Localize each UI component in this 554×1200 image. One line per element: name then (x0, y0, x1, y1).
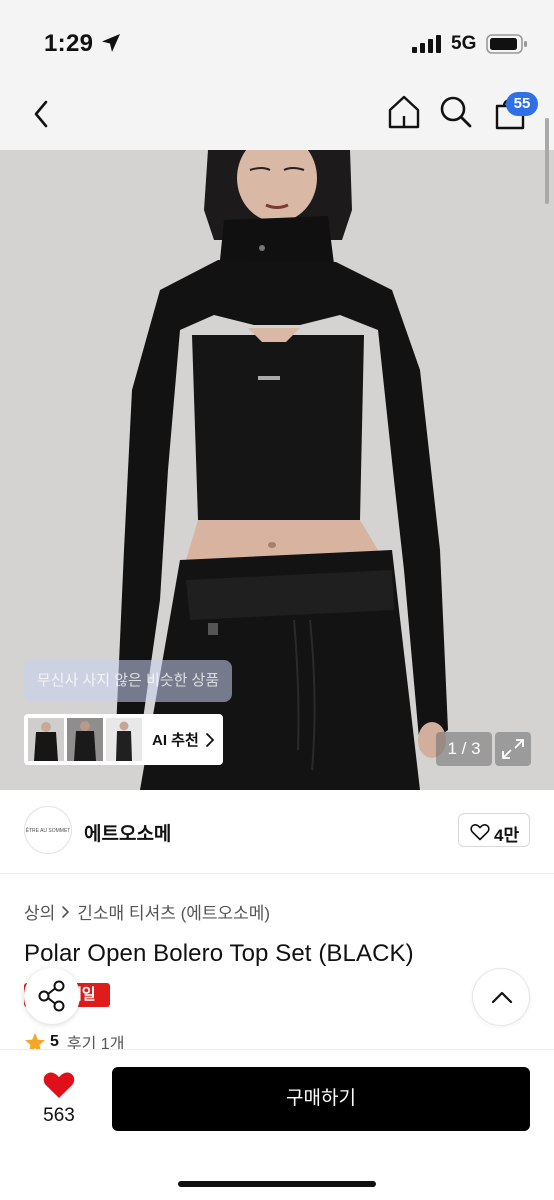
chevron-right-icon (62, 905, 70, 918)
breadcrumb-item[interactable]: 상의 (24, 899, 55, 924)
nav-bar (0, 84, 554, 150)
search-icon[interactable] (436, 92, 476, 132)
bottom-action-bar: 563 구매하기 (0, 1050, 554, 1200)
share-icon (38, 980, 65, 1012)
ai-thumbnail[interactable] (28, 718, 64, 761)
scroll-indicator[interactable] (545, 118, 549, 204)
brand-name[interactable]: 에트오소메 (84, 819, 171, 846)
status-time: 1:29 (44, 30, 94, 57)
brand-logo[interactable]: ÊTRE AU SOMMET (24, 806, 72, 854)
chevron-up-icon (491, 991, 513, 1004)
similar-products-button[interactable]: 무신사 사지 않은 비슷한 상품 (24, 660, 232, 702)
image-page-counter: 1 / 3 (436, 732, 492, 766)
home-icon[interactable] (384, 92, 424, 132)
heart-icon[interactable] (42, 1070, 76, 1100)
home-indicator (178, 1181, 376, 1187)
breadcrumb: 상의 긴소매 티셔츠 (에트오소메) (24, 899, 270, 924)
buy-button[interactable]: 구매하기 (112, 1067, 530, 1131)
back-icon[interactable] (24, 94, 64, 134)
breadcrumb-item[interactable]: 긴소매 티셔츠 (에트오소메) (77, 899, 270, 924)
ai-recommend-label: AI 추천 (152, 732, 199, 749)
brand-like-button[interactable]: 4만 (458, 813, 530, 847)
share-button[interactable] (24, 968, 80, 1024)
product-image-carousel[interactable]: 무신사 사지 않은 비슷한 상품 AI 추천 1 / 3 (0, 150, 554, 790)
signal-icon (412, 35, 441, 53)
battery-icon (486, 34, 527, 54)
ai-recommend-strip[interactable]: AI 추천 (24, 714, 223, 765)
product-title: Polar Open Bolero Top Set (BLACK) (24, 940, 414, 967)
heart-outline-icon (470, 824, 490, 841)
ai-thumbnail[interactable] (67, 718, 103, 761)
ai-thumbnail[interactable] (106, 718, 142, 761)
expand-button[interactable] (495, 732, 531, 766)
brand-like-count: 4만 (494, 826, 520, 845)
chevron-right-icon (206, 733, 215, 747)
network-label: 5G (451, 33, 477, 54)
rating-value: 5 (50, 1033, 59, 1050)
scroll-top-button[interactable] (472, 968, 530, 1026)
status-bar: 1:29 5G (0, 0, 554, 84)
wish-count: 563 (43, 1105, 75, 1126)
cart-badge: 55 (506, 92, 538, 116)
brand-row: ÊTRE AU SOMMET 에트오소메 4만 (0, 790, 554, 874)
expand-icon (502, 739, 524, 759)
location-arrow-icon (102, 34, 120, 52)
